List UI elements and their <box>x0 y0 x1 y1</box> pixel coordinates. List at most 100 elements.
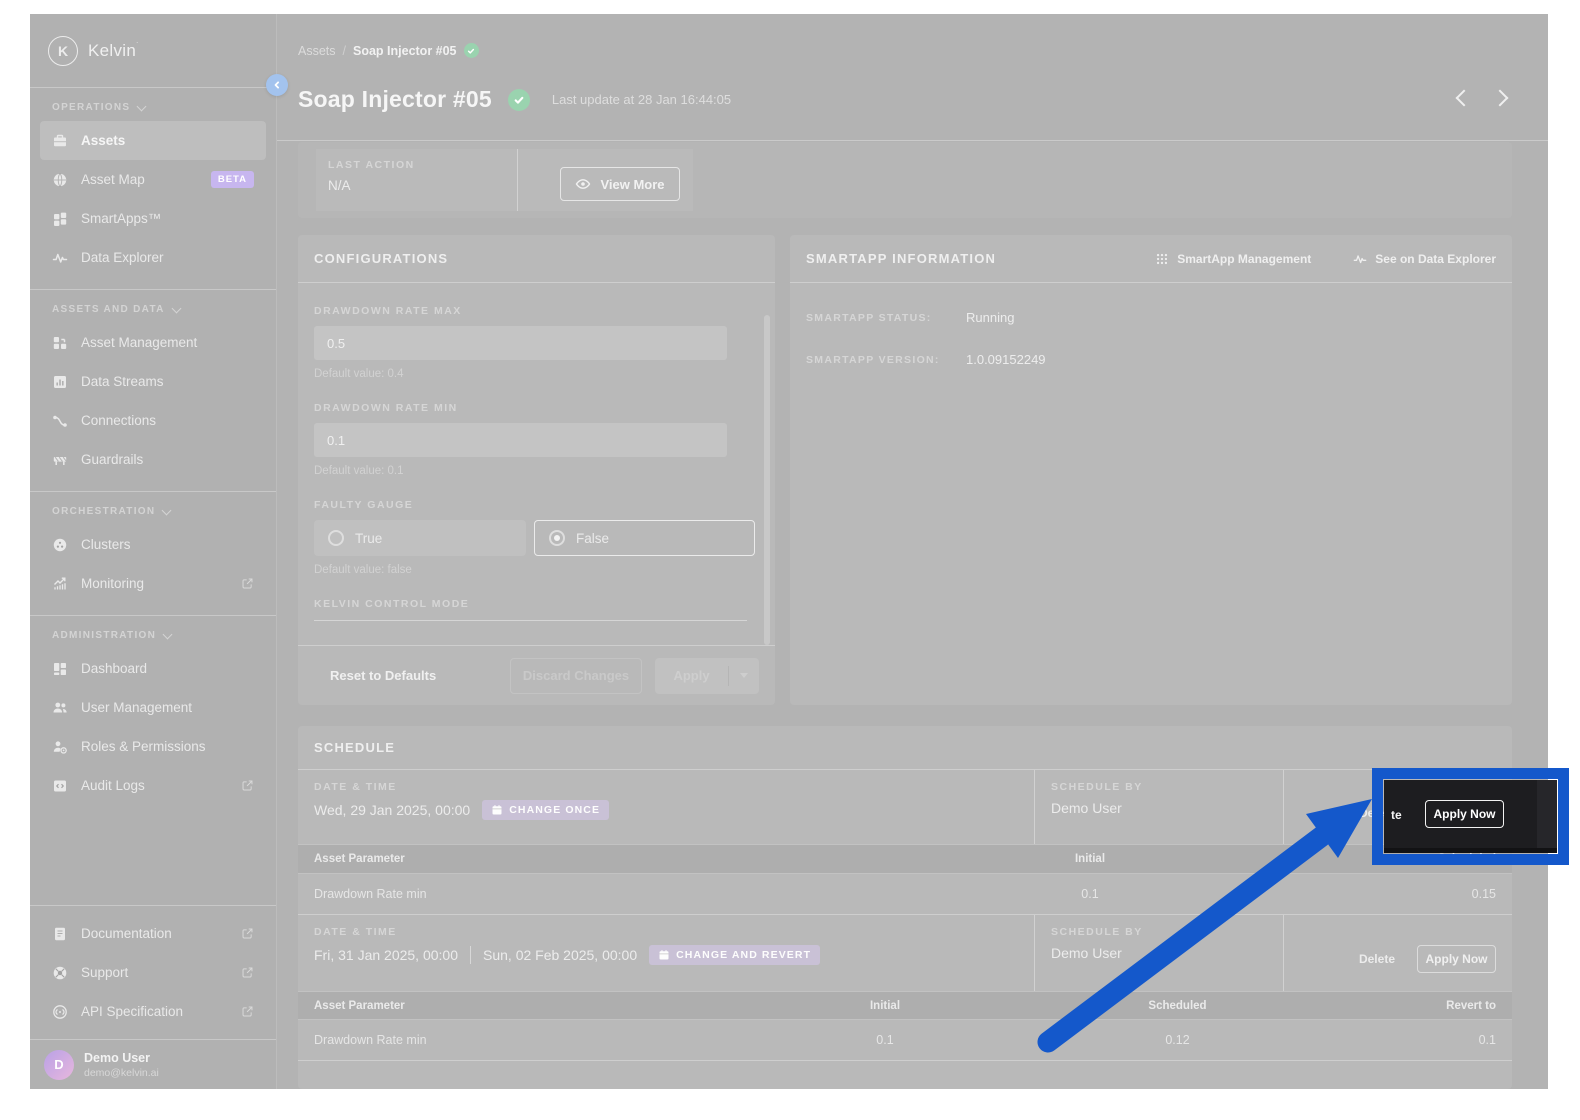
apply-label: Apply <box>655 668 728 683</box>
button-divider <box>728 666 729 686</box>
external-link-icon <box>241 966 254 979</box>
sidebar-item-guardrails[interactable]: Guardrails <box>40 440 266 479</box>
discard-changes-button[interactable]: Discard Changes <box>510 658 642 694</box>
data-streams-icon <box>52 374 68 390</box>
smartapp-management-link[interactable]: SmartApp Management <box>1155 252 1311 266</box>
reset-to-defaults-button[interactable]: Reset to Defaults <box>330 668 436 683</box>
drawdown-rate-min-input[interactable]: 0.1 <box>314 423 727 457</box>
calendar-icon <box>658 949 670 961</box>
last-action-panel: LAST ACTION N/A View More <box>298 142 1512 218</box>
schedule-date: Wed, 29 Jan 2025, 00:00 <box>314 802 470 818</box>
sidebar-item-user-management[interactable]: User Management <box>40 688 266 727</box>
user-profile[interactable]: D Demo User demo@kelvin.ai <box>30 1039 276 1089</box>
section-label-assets-data[interactable]: ASSETS AND DATA <box>52 304 266 315</box>
smartapp-version-label: SMARTAPP VERSION: <box>806 354 966 366</box>
section-label-operations[interactable]: OPERATIONS <box>52 102 266 113</box>
beta-badge: BETA <box>211 171 254 188</box>
page-header: Soap Injector #05 Last update at 28 Jan … <box>298 86 731 113</box>
sidebar-item-api-specification[interactable]: API Specification <box>40 992 266 1031</box>
previous-asset-button[interactable] <box>1456 90 1473 107</box>
documentation-icon <box>52 926 68 942</box>
field-label: FAULTY GAUGE <box>314 499 759 511</box>
schedule-date-end: Sun, 02 Feb 2025, 00:00 <box>483 947 637 963</box>
view-more-button[interactable]: View More <box>560 167 680 201</box>
field-faulty-gauge: FAULTY GAUGE True False Default value: f… <box>314 499 759 576</box>
sidebar-item-label: Roles & Permissions <box>81 739 206 754</box>
external-link-icon <box>241 927 254 940</box>
drawdown-rate-max-input[interactable]: 0.5 <box>314 326 727 360</box>
sidebar-item-dashboard[interactable]: Dashboard <box>40 649 266 688</box>
last-action-cell: LAST ACTION N/A <box>316 149 517 211</box>
last-action-value: N/A <box>328 178 517 193</box>
sidebar-item-support[interactable]: Support <box>40 953 266 992</box>
apply-button[interactable]: Apply <box>655 658 759 694</box>
sidebar-item-label: User Management <box>81 700 192 715</box>
sidebar-item-asset-map[interactable]: Asset Map BETA <box>40 160 266 199</box>
faulty-gauge-true-option[interactable]: True <box>314 520 526 556</box>
sidebar-item-label: Assets <box>81 133 125 148</box>
sidebar-item-label: Support <box>81 965 128 980</box>
see-on-data-explorer-link[interactable]: See on Data Explorer <box>1353 252 1496 266</box>
smartapp-status-value: Running <box>966 310 1014 325</box>
next-asset-button[interactable] <box>1492 90 1509 107</box>
roles-permissions-icon <box>52 739 68 755</box>
sidebar-item-connections[interactable]: Connections <box>40 401 266 440</box>
date-divider <box>470 946 471 964</box>
chevron-down-icon <box>162 505 172 515</box>
sidebar-item-label: Connections <box>81 413 156 428</box>
chevron-down-icon <box>137 101 147 111</box>
brand-name: Kelvin˙ <box>88 41 139 61</box>
header-divider <box>277 140 1548 141</box>
sidebar-item-smartapps[interactable]: SmartApps™ <box>40 199 266 238</box>
sidebar-section-orchestration: ORCHESTRATION Clusters Monitoring <box>30 491 276 615</box>
date-time-label: DATE & TIME <box>314 926 1018 938</box>
sidebar-item-audit-logs[interactable]: Audit Logs <box>40 766 266 805</box>
apply-now-button[interactable]: Apply Now <box>1417 945 1496 973</box>
field-default-hint: Default value: 0.4 <box>314 368 759 380</box>
sidebar-item-label: Documentation <box>81 926 172 941</box>
field-drawdown-rate-min: DRAWDOWN RATE MIN 0.1 Default value: 0.1 <box>314 402 759 477</box>
scrollbar-thumb[interactable] <box>764 315 770 645</box>
sidebar-item-asset-management[interactable]: Asset Management <box>40 323 266 362</box>
sidebar-item-label: Data Explorer <box>81 250 164 265</box>
section-label-administration[interactable]: ADMINISTRATION <box>52 630 266 641</box>
user-name: Demo User <box>84 1051 159 1065</box>
configurations-title: CONFIGURATIONS <box>314 251 448 266</box>
status-check-icon <box>508 89 530 111</box>
sidebar-collapse-button[interactable] <box>266 74 288 96</box>
audit-logs-icon <box>52 778 68 794</box>
users-icon <box>52 700 68 716</box>
view-more-label: View More <box>600 177 664 192</box>
sidebar-item-monitoring[interactable]: Monitoring <box>40 564 266 603</box>
sidebar: K Kelvin˙ OPERATIONS Assets Asset Map BE… <box>30 14 277 1089</box>
sidebar-item-assets[interactable]: Assets <box>40 121 266 160</box>
sidebar-item-label: Asset Management <box>81 335 197 350</box>
sidebar-item-roles-permissions[interactable]: Roles & Permissions <box>40 727 266 766</box>
asset-map-icon <box>52 172 68 188</box>
sidebar-item-label: Clusters <box>81 537 131 552</box>
sidebar-section-assets-data: ASSETS AND DATA Asset Management Data St… <box>30 289 276 491</box>
clusters-icon <box>52 537 68 553</box>
schedule-date-start: Fri, 31 Jan 2025, 00:00 <box>314 947 458 963</box>
breadcrumb-assets[interactable]: Assets <box>298 44 336 58</box>
change-once-badge: CHANGE ONCE <box>482 800 609 820</box>
change-and-revert-badge: CHANGE AND REVERT <box>649 945 820 965</box>
avatar: D <box>44 1050 74 1080</box>
cell-initial: 0.1 <box>780 1033 990 1047</box>
radio-icon <box>328 530 344 546</box>
link-label: See on Data Explorer <box>1375 252 1496 266</box>
smartapp-information-panel: SMARTAPP INFORMATION SmartApp Management… <box>790 235 1512 705</box>
sidebar-item-data-streams[interactable]: Data Streams <box>40 362 266 401</box>
section-label-orchestration[interactable]: ORCHESTRATION <box>52 506 266 517</box>
field-kelvin-control-mode: KELVIN CONTROL MODE <box>314 598 759 621</box>
chevron-down-icon <box>163 629 173 639</box>
faulty-gauge-false-option[interactable]: False <box>534 520 755 556</box>
api-specification-icon <box>52 1004 68 1020</box>
sidebar-item-clusters[interactable]: Clusters <box>40 525 266 564</box>
field-label: DRAWDOWN RATE MIN <box>314 402 759 414</box>
option-label: False <box>576 531 609 546</box>
sidebar-item-data-explorer[interactable]: Data Explorer <box>40 238 266 277</box>
sidebar-item-documentation[interactable]: Documentation <box>40 914 266 953</box>
brand-logo: K Kelvin˙ <box>30 14 276 88</box>
field-label: DRAWDOWN RATE MAX <box>314 305 759 317</box>
